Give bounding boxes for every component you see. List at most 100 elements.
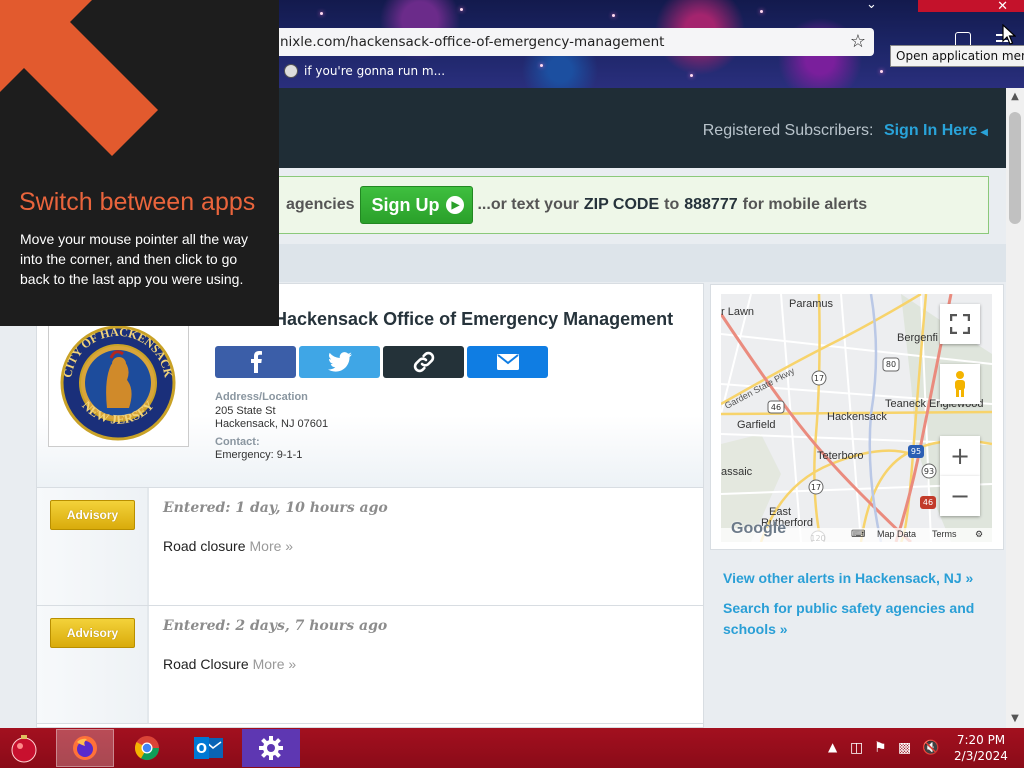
search-agencies-link[interactable]: Search for public safety agencies and sc…	[723, 598, 995, 640]
alert-badge-column: Advisory	[37, 488, 149, 605]
firework-spark	[320, 12, 323, 15]
taskbar-chrome[interactable]	[118, 729, 176, 767]
share-link-button[interactable]	[383, 346, 464, 378]
map-panel: Paramus r Lawn Bergenfi Garden State Pkw…	[710, 284, 1004, 550]
more-link[interactable]: More »	[250, 538, 294, 554]
route-shield: 46	[923, 498, 933, 507]
other-alerts-link[interactable]: View other alerts in Hackensack, NJ »	[723, 568, 995, 589]
map-data-link[interactable]: Map Data	[877, 529, 916, 539]
alert-row[interactable]: Advisory Entered: 2 days, 7 hours ago Ro…	[37, 606, 703, 724]
agency-card: CITY OF HACKENSACK NEW JERSEY Hackensack…	[36, 283, 704, 728]
banner-agencies-text: agencies	[286, 196, 355, 213]
firework-spark	[760, 10, 763, 13]
twitter-icon	[327, 352, 352, 372]
report-icon[interactable]: ⚙	[975, 529, 983, 540]
tray-device-icon[interactable]: ◫	[850, 740, 863, 756]
street-view-pegman[interactable]	[940, 364, 980, 404]
alert-row[interactable]: Advisory Entered: 1 day, 10 hours ago Ro…	[37, 488, 703, 606]
page-title: Hackensack Office of Emergency Managemen…	[274, 309, 674, 329]
sign-up-button[interactable]: Sign Up ▶	[360, 186, 474, 224]
tip-body: Move your mouse pointer all the way into…	[20, 231, 248, 287]
google-logo: Google	[731, 520, 787, 537]
clock-date: 2/3/2024	[954, 749, 1008, 763]
fullscreen-button[interactable]	[940, 304, 980, 344]
terms-link[interactable]: Terms	[932, 529, 957, 539]
email-icon	[496, 354, 519, 370]
advisory-badge: Advisory	[50, 618, 135, 648]
banner-number: 888777	[684, 196, 738, 213]
fullscreen-icon	[950, 314, 970, 334]
alert-message: Road Closure	[163, 656, 249, 672]
address-line-1: 205 State St	[215, 405, 276, 417]
play-arrow-icon: ▶	[446, 196, 465, 214]
window-controls	[918, 0, 1024, 12]
minus-icon: −	[949, 482, 971, 510]
action-center-flag-icon[interactable]: ⚑	[874, 740, 887, 756]
map-footer: Google ⌨ Map Data Terms ⚙	[721, 520, 992, 542]
alert-entered: Entered: 2 days, 7 hours ago	[163, 618, 388, 634]
taskbar: O ▲ ◫ ⚑ ▩ 🔇 7:20 PM 2/3/2024	[0, 728, 1024, 768]
address-line-2: Hackensack, NJ 07601	[215, 418, 329, 430]
banner-zip-code: ZIP CODE	[583, 196, 660, 213]
share-facebook-button[interactable]	[215, 346, 296, 378]
route-shield: 46	[771, 403, 781, 412]
keyboard-icon[interactable]: ⌨	[851, 529, 865, 540]
subscribers-label: Registered Subscribers:	[702, 122, 874, 139]
outlook-icon: O	[194, 737, 223, 759]
chevron-down-icon[interactable]: ⌄	[866, 0, 877, 12]
banner-text-pre: ...or text your	[477, 196, 579, 213]
clock-time: 7:20 PM	[956, 733, 1006, 747]
alert-entered: Entered: 1 day, 10 hours ago	[163, 500, 388, 516]
network-icon[interactable]: ▩	[898, 740, 911, 756]
contact-label: Contact:	[215, 436, 260, 448]
firework-spark	[540, 64, 543, 67]
banner-to: to	[664, 196, 680, 213]
more-link[interactable]: More »	[253, 656, 297, 672]
taskbar-settings[interactable]	[242, 729, 300, 767]
switch-apps-tip: Switch between apps Move your mouse poin…	[0, 0, 279, 326]
banner-text-post: for mobile alerts	[742, 196, 868, 213]
settings-icon	[259, 736, 283, 760]
taskbar-clock[interactable]: 7:20 PM 2/3/2024	[946, 732, 1016, 764]
page-scrollbar[interactable]: ▲ ▼	[1006, 88, 1024, 728]
zoom-out-button[interactable]: −	[940, 476, 980, 516]
url-text: nixle.com/hackensack-office-of-emergency…	[280, 34, 665, 50]
address-label: Address/Location	[215, 391, 308, 403]
bookmark-label: if you're gonna run m...	[304, 64, 446, 78]
share-twitter-button[interactable]	[299, 346, 380, 378]
pegman-icon	[955, 371, 965, 397]
tray-overflow-icon[interactable]: ▲	[828, 740, 837, 754]
google-map[interactable]: Paramus r Lawn Bergenfi Garden State Pkw…	[721, 294, 992, 542]
start-ornament-icon[interactable]	[8, 732, 40, 764]
firework-spark	[690, 74, 693, 77]
scroll-up-icon[interactable]: ▲	[1006, 88, 1024, 106]
alert-message: Road closure	[163, 538, 246, 554]
taskbar-outlook[interactable]: O	[180, 729, 238, 767]
volume-muted-icon[interactable]: 🔇	[922, 740, 939, 756]
bookmark-star-icon[interactable]: ☆	[850, 31, 866, 52]
caret-left-icon: ◀	[980, 127, 988, 138]
scroll-thumb[interactable]	[1009, 112, 1021, 224]
scroll-down-icon[interactable]: ▼	[1006, 710, 1024, 728]
sign-in-link[interactable]: Sign In Here	[884, 122, 977, 139]
app-menu-tooltip: Open application menu	[890, 45, 1024, 67]
corner-arrow-icon	[0, 0, 158, 156]
alert-badge-column: Advisory	[37, 606, 149, 723]
seal-icon: CITY OF HACKENSACK NEW JERSEY	[60, 325, 176, 441]
tip-title: Switch between apps	[19, 188, 256, 216]
alert-text: Road closure More »	[163, 538, 293, 554]
agency-seal: CITY OF HACKENSACK NEW JERSEY	[48, 319, 189, 447]
bookmark-item[interactable]: if you're gonna run m...	[284, 64, 445, 78]
chrome-icon	[134, 736, 159, 761]
subscriber-login: Registered Subscribers: Sign In Here ◀	[703, 122, 988, 140]
signup-banner: agencies Sign Up ▶ ...or text your ZIP C…	[270, 176, 989, 234]
zoom-in-button[interactable]: +	[940, 436, 980, 476]
advisory-badge: Advisory	[50, 500, 135, 530]
bookmark-favicon-icon	[284, 64, 298, 78]
url-bar[interactable]: nixle.com/hackensack-office-of-emergency…	[270, 28, 874, 56]
share-email-button[interactable]	[467, 346, 548, 378]
close-icon[interactable]: ✕	[997, 0, 1008, 14]
taskbar-firefox[interactable]	[56, 729, 114, 767]
firework-spark	[612, 14, 615, 17]
facebook-icon	[250, 351, 262, 373]
